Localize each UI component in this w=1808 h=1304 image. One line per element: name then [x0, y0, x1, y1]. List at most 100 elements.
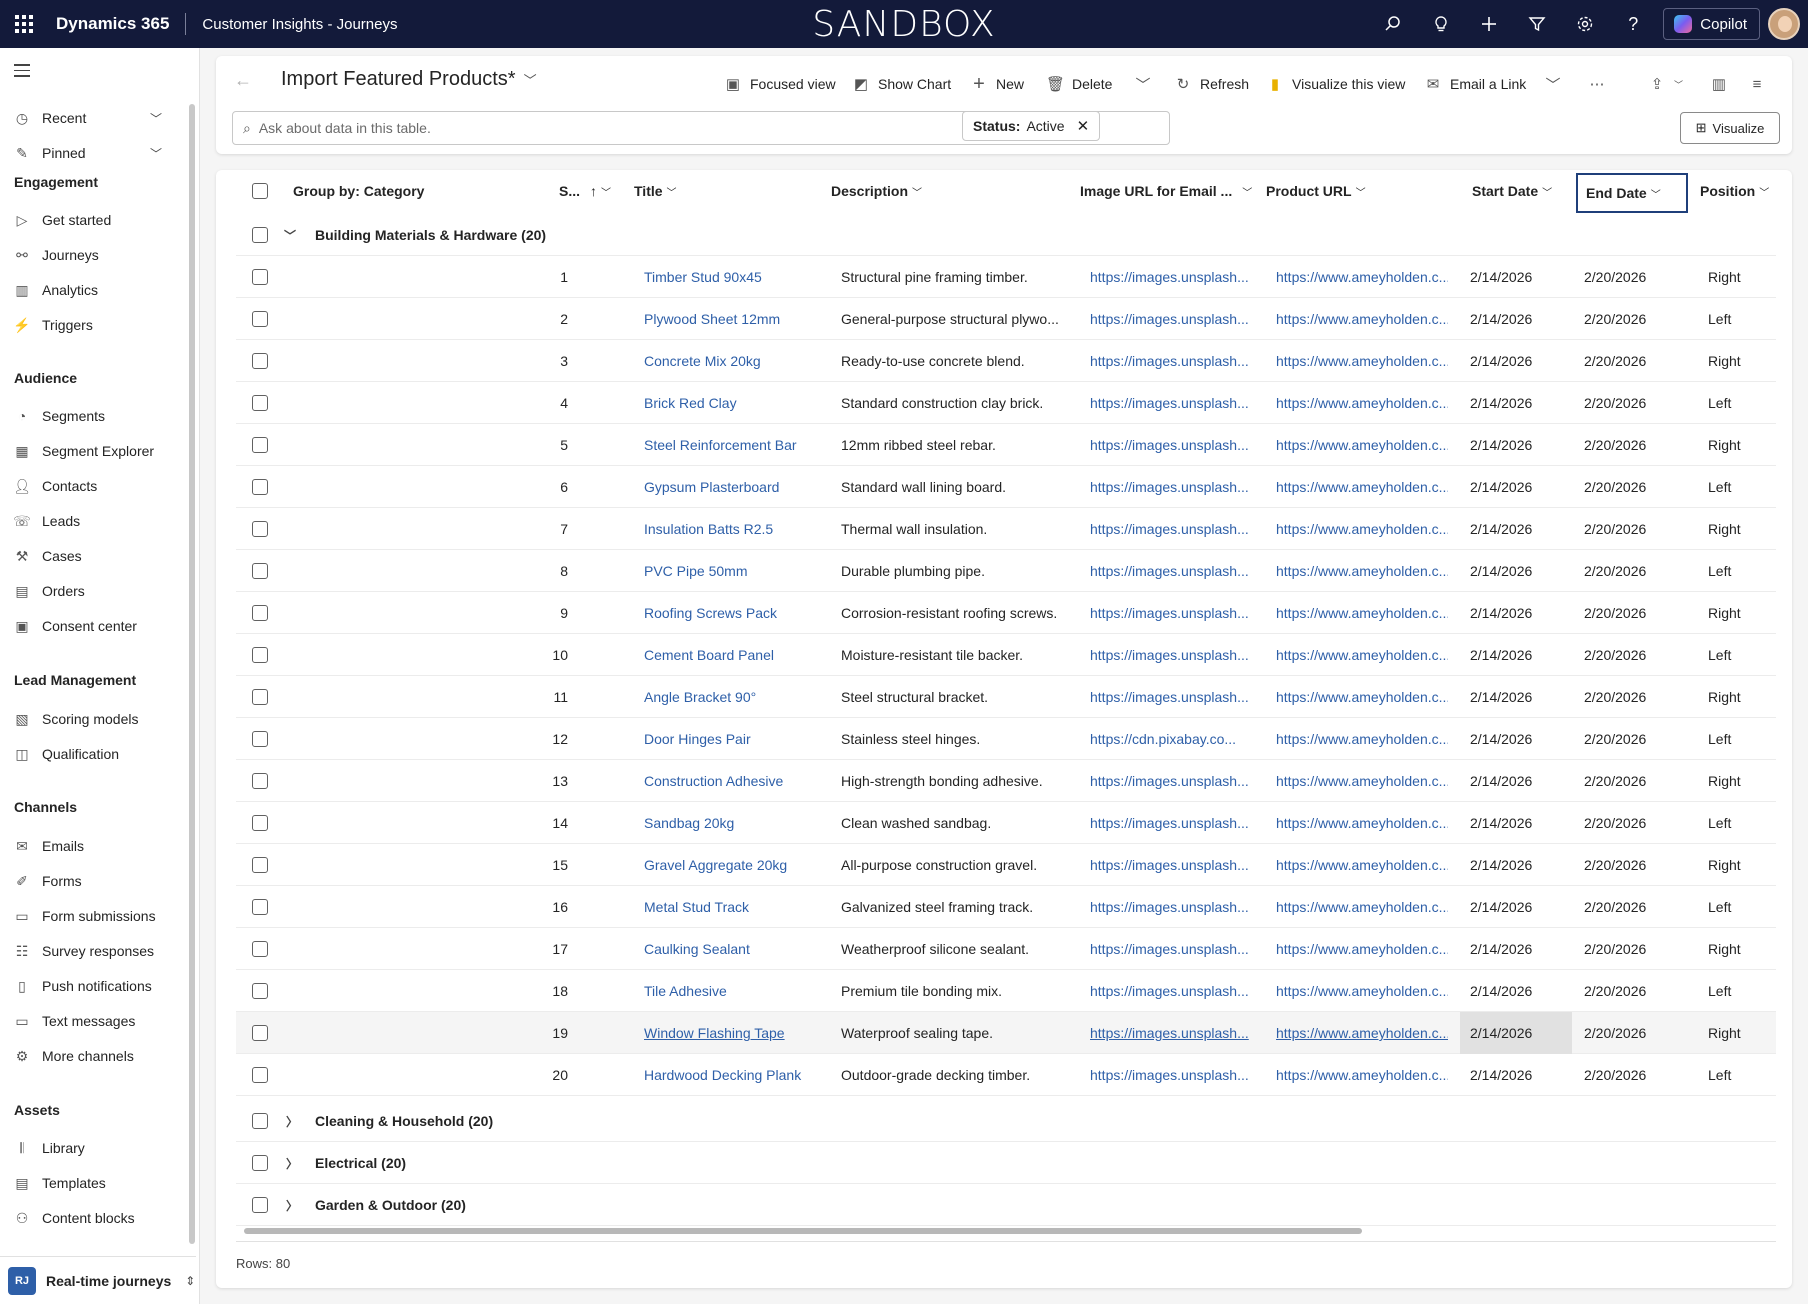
row-image-url-link[interactable]: https://images.unsplash...	[1080, 634, 1250, 676]
table-row[interactable]: 7 Insulation Batts R2.5 Thermal wall insul…	[236, 508, 1776, 550]
sidebar-item-content-blocks[interactable]: ⚇ Content blocks	[14, 1206, 135, 1230]
row-product-url-link[interactable]: https://www.ameyholden.c...	[1266, 382, 1448, 424]
sidebar-item-emails[interactable]: ✉ Emails	[14, 834, 84, 858]
sidebar-item-pinned[interactable]: ✎ Pinned	[14, 141, 85, 165]
row-title-link[interactable]: Brick Red Clay	[634, 382, 824, 424]
row-product-url-link[interactable]: https://www.ameyholden.c...	[1266, 340, 1448, 382]
row-product-url-link[interactable]: https://www.ameyholden.c...	[1266, 298, 1448, 340]
row-image-url-link[interactable]: https://images.unsplash...	[1080, 424, 1250, 466]
table-row[interactable]: 2 Plywood Sheet 12mm General-purpose struc…	[236, 298, 1776, 340]
chevron-down-icon[interactable]: ﹀	[284, 214, 296, 256]
gear-icon[interactable]	[1561, 0, 1609, 48]
status-filter-pill[interactable]: Status: Active ✕	[962, 111, 1101, 141]
row-checkbox[interactable]	[252, 1142, 268, 1184]
row-title-link[interactable]: Hardwood Decking Plank	[634, 1054, 824, 1096]
row-image-url-link[interactable]: https://images.unsplash...	[1080, 298, 1250, 340]
row-product-url-link[interactable]: https://www.ameyholden.c...	[1266, 1012, 1448, 1054]
app-area-name[interactable]: Customer Insights - Journeys	[202, 16, 397, 33]
sidebar-item-more-channels[interactable]: ⚙ More channels	[14, 1044, 134, 1068]
row-product-url-link[interactable]: https://www.ameyholden.c...	[1266, 886, 1448, 928]
table-row[interactable]: 3 Concrete Mix 20kg Ready-to-use concrete …	[236, 340, 1776, 382]
row-checkbox[interactable]	[252, 1184, 268, 1226]
row-title-link[interactable]: Gravel Aggregate 20kg	[634, 844, 824, 886]
sidebar-item-analytics[interactable]: ▥ Analytics	[14, 278, 98, 302]
group-row[interactable]: 〉 Cleaning & Household (20)	[236, 1100, 1776, 1142]
row-image-url-link[interactable]: https://images.unsplash...	[1080, 340, 1250, 382]
sidebar-item-text-messages[interactable]: ▭ Text messages	[14, 1009, 135, 1033]
row-product-url-link[interactable]: https://www.ameyholden.c...	[1266, 760, 1448, 802]
sidebar-item-segment-explorer[interactable]: ▦ Segment Explorer	[14, 439, 154, 463]
row-image-url-link[interactable]: https://images.unsplash...	[1080, 1012, 1250, 1054]
sidebar-item-segments[interactable]: ◔ Segments	[14, 404, 105, 428]
row-product-url-link[interactable]: https://www.ameyholden.c...	[1266, 970, 1448, 1012]
edit-columns-button[interactable]: ▥	[1710, 68, 1728, 100]
column-header-end-date[interactable]: End Date ﹀	[1576, 173, 1688, 213]
chevron-right-icon[interactable]: 〉	[286, 1142, 298, 1184]
row-title-link[interactable]: Cement Board Panel	[634, 634, 824, 676]
sidebar-item-triggers[interactable]: ⚡ Triggers	[13, 313, 93, 337]
chevron-down-icon[interactable]: ﹀	[150, 145, 162, 162]
sidebar-item-journeys[interactable]: ⚯ Journeys	[14, 243, 99, 267]
row-title-link[interactable]: Sandbag 20kg	[634, 802, 824, 844]
table-row[interactable]: 20 Hardwood Decking Plank Outdoor-grade de…	[236, 1054, 1776, 1096]
group-row[interactable]: 〉 Garden & Outdoor (20)	[236, 1184, 1776, 1226]
row-product-url-link[interactable]: https://www.ameyholden.c...	[1266, 634, 1448, 676]
table-row[interactable]: 1 Timber Stud 90x45 Structural pine framin…	[236, 256, 1776, 298]
sidebar-item-scoring-models[interactable]: ▧ Scoring models	[14, 707, 138, 731]
help-icon[interactable]: ?	[1609, 0, 1657, 48]
new-button[interactable]: + New	[970, 68, 1024, 100]
row-image-url-link[interactable]: https://images.unsplash...	[1080, 970, 1250, 1012]
table-row[interactable]: 8 PVC Pipe 50mm Durable plumbing pipe. http…	[236, 550, 1776, 592]
row-title-link[interactable]: Concrete Mix 20kg	[634, 340, 824, 382]
row-checkbox[interactable]	[252, 214, 268, 256]
show-chart-button[interactable]: ◩ Show Chart	[852, 68, 951, 100]
view-selector[interactable]: Import Featured Products* ﹀	[281, 68, 537, 91]
column-header-sequence[interactable]: S... ↑ ﹀	[559, 170, 611, 212]
filter-icon[interactable]	[1513, 0, 1561, 48]
more-delete-options[interactable]: ﹀	[1134, 68, 1152, 100]
row-image-url-link[interactable]: https://images.unsplash...	[1080, 592, 1250, 634]
more-email-options[interactable]: ﹀	[1544, 68, 1562, 100]
row-product-url-link[interactable]: https://www.ameyholden.c...	[1266, 928, 1448, 970]
delete-button[interactable]: 🗑︎ Delete	[1046, 68, 1112, 100]
lightbulb-icon[interactable]	[1417, 0, 1465, 48]
column-header-start-date[interactable]: Start Date ﹀	[1472, 170, 1552, 212]
table-row[interactable]: 13 Construction Adhesive High-strength bon…	[236, 760, 1776, 802]
table-row[interactable]: 19 Window Flashing Tape Waterproof sealing…	[236, 1012, 1776, 1054]
row-title-link[interactable]: Door Hinges Pair	[634, 718, 824, 760]
row-title-link[interactable]: Tile Adhesive	[634, 970, 824, 1012]
table-row[interactable]: 14 Sandbag 20kg Clean washed sandbag. https…	[236, 802, 1776, 844]
sidebar-item-leads[interactable]: ☏ Leads	[13, 509, 80, 533]
column-header-product-url[interactable]: Product URL ﹀	[1266, 170, 1366, 212]
sidebar-item-consent-center[interactable]: ▣ Consent center	[14, 614, 137, 638]
row-image-url-link[interactable]: https://cdn.pixabay.co...	[1080, 718, 1250, 760]
select-all-checkbox[interactable]	[252, 170, 268, 212]
focused-view-button[interactable]: ▣ Focused view	[724, 68, 836, 100]
row-title-link[interactable]: Metal Stud Track	[634, 886, 824, 928]
row-product-url-link[interactable]: https://www.ameyholden.c...	[1266, 508, 1448, 550]
share-button[interactable]: ⇪ ﹀	[1648, 68, 1683, 100]
sidebar-item-contacts[interactable]: 👤︎ Contacts	[13, 474, 97, 498]
horizontal-scrollbar[interactable]	[244, 1228, 1362, 1234]
edit-filters-button[interactable]: ≡	[1748, 68, 1766, 100]
table-row[interactable]: 10 Cement Board Panel Moisture-resistant t…	[236, 634, 1776, 676]
row-image-url-link[interactable]: https://images.unsplash...	[1080, 466, 1250, 508]
row-image-url-link[interactable]: https://images.unsplash...	[1080, 256, 1250, 298]
row-product-url-link[interactable]: https://www.ameyholden.c...	[1266, 802, 1448, 844]
row-image-url-link[interactable]: https://images.unsplash...	[1080, 382, 1250, 424]
row-title-link[interactable]: Window Flashing Tape	[634, 1012, 824, 1054]
row-product-url-link[interactable]: https://www.ameyholden.c...	[1266, 550, 1448, 592]
chevron-right-icon[interactable]: 〉	[286, 1100, 298, 1142]
sidebar-item-form-submissions[interactable]: ▭ Form submissions	[14, 904, 155, 928]
table-row[interactable]: 11 Angle Bracket 90° Steel structural brac…	[236, 676, 1776, 718]
row-image-url-link[interactable]: https://images.unsplash...	[1080, 802, 1250, 844]
avatar[interactable]	[1768, 8, 1800, 40]
visualize-view-button[interactable]: ▮ Visualize this view	[1266, 68, 1406, 100]
sidebar-item-library[interactable]: 𝄃 Library	[14, 1136, 84, 1160]
sidebar-item-get-started[interactable]: ▷ Get started	[14, 208, 112, 232]
row-title-link[interactable]: Caulking Sealant	[634, 928, 824, 970]
row-product-url-link[interactable]: https://www.ameyholden.c...	[1266, 676, 1448, 718]
table-row[interactable]: 15 Gravel Aggregate 20kg All-purpose const…	[236, 844, 1776, 886]
group-row[interactable]: ﹀ Building Materials & Hardware (20)	[236, 214, 1776, 256]
plus-icon[interactable]	[1465, 0, 1513, 48]
